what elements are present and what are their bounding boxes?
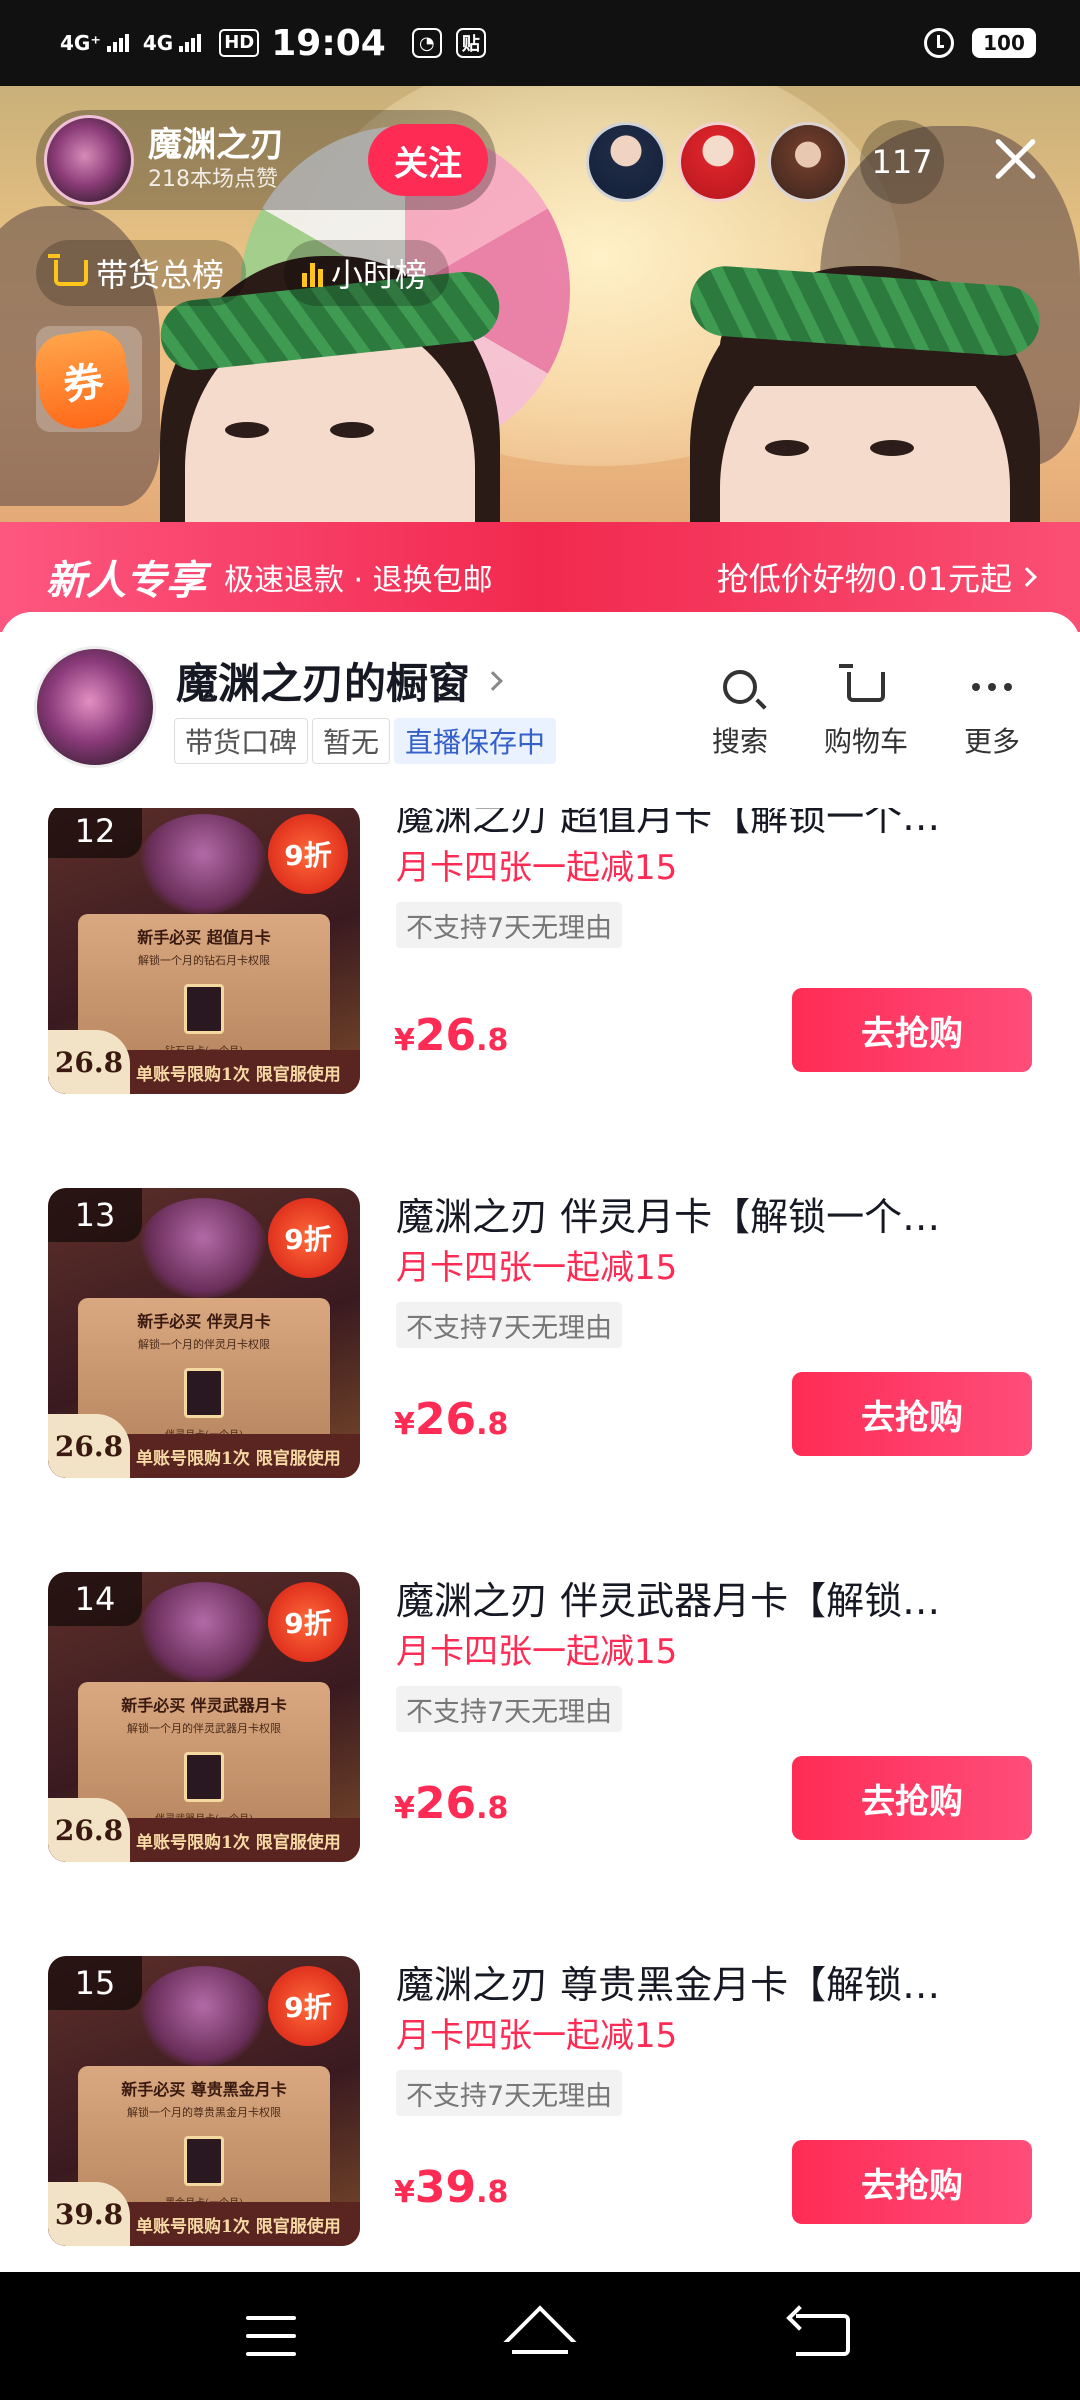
product-item[interactable]: 9折 新手必买 伴灵月卡 解锁一个月的伴灵月卡权限 伴灵月卡(一个月) 单账号限… [0,1178,1080,1478]
shop-header: 魔渊之刃的橱窗 带货口碑 暂无 直播保存中 搜索 购物车 更多 [0,612,1080,808]
shop-title[interactable]: 魔渊之刃的橱窗 [176,650,503,711]
close-icon[interactable] [988,132,1042,186]
viewer-avatar[interactable] [678,122,758,202]
viewer-count[interactable]: 117 [860,120,944,204]
card-icon [184,1752,224,1802]
avatar[interactable] [44,115,134,205]
anchor-info[interactable]: 魔渊之刃 218本场点赞 关注 [36,110,496,210]
product-thumbnail[interactable]: 9折 新手必买 超值月卡 解锁一个月的钻石月卡权限 钻石月卡(一个月) 单账号限… [48,804,360,1094]
item-index: 15 [48,1956,142,2010]
product-thumbnail[interactable]: 9折 新手必买 伴灵武器月卡 解锁一个月的伴灵武器月卡权限 伴灵武器月卡(一个月… [48,1572,360,1862]
signal-icon: 4G⁺ [60,33,129,53]
viewer-avatar[interactable] [768,122,848,202]
product-item[interactable]: 9折 新手必买 超值月卡 解锁一个月的钻石月卡权限 钻石月卡(一个月) 单账号限… [0,794,1080,1094]
return-policy-tag: 不支持7天无理由 [396,2070,623,2116]
buy-button[interactable]: 去抢购 [792,2140,1032,2224]
search-icon [723,670,757,704]
product-item[interactable]: 9折 新手必买 尊贵黑金月卡 解锁一个月的尊贵黑金月卡权限 黑金月卡(一个月) … [0,1946,1080,2246]
item-index: 13 [48,1188,142,1242]
return-policy-tag: 不支持7天无理由 [396,902,623,948]
promo-subtitle: 极速退款 · 退换包邮 [224,563,493,598]
card-icon [184,2136,224,2186]
bar-chart-icon [302,259,323,287]
system-nav-bar [0,2272,1080,2400]
product-title[interactable]: 魔渊之刃 伴灵武器月卡【解锁… [396,1570,1016,1625]
back-icon[interactable] [796,2314,850,2356]
return-policy-tag: 不支持7天无理由 [396,1686,623,1732]
hd-badge: HD [219,29,260,57]
shop-avatar[interactable] [34,646,156,768]
card-icon [184,984,224,1034]
more-button[interactable]: 更多 [942,662,1042,760]
live-saving-tag: 直播保存中 [394,718,557,764]
product-price: ¥26.8 [394,1394,509,1445]
buy-button[interactable]: 去抢购 [792,1756,1032,1840]
coupon-widget[interactable]: 券 [31,236,146,434]
promo-title: 新人专享 [46,558,206,604]
alarm-icon [924,28,954,58]
cart-button[interactable]: 购物车 [816,662,916,760]
viewer-avatar[interactable] [586,122,666,202]
reputation-tag: 带货口碑 [174,718,309,764]
chevron-right-icon [483,670,503,691]
product-promo: 月卡四张一起减15 [396,2016,678,2056]
card-icon [184,1368,224,1418]
battery-icon: 100 [972,28,1036,58]
product-thumbnail[interactable]: 9折 新手必买 尊贵黑金月卡 解锁一个月的尊贵黑金月卡权限 黑金月卡(一个月) … [48,1956,360,2246]
notification-app-icon: ◔ [411,28,442,58]
chevron-right-icon [1017,567,1037,587]
buy-button[interactable]: 去抢购 [792,1372,1032,1456]
home-icon[interactable] [506,2310,574,2360]
product-title[interactable]: 魔渊之刃 伴灵月卡【解锁一个… [396,1186,1016,1241]
menu-icon[interactable] [246,2316,296,2356]
return-policy-tag: 不支持7天无理由 [396,1302,623,1348]
anchor-name: 魔渊之刃 [148,125,284,165]
like-count: 218本场点赞 [148,167,278,192]
shop-window-sheet: 魔渊之刃的橱窗 带货口碑 暂无 直播保存中 搜索 购物车 更多 9折 新手必买 … [0,612,1080,2272]
product-title[interactable]: 魔渊之刃 尊贵黑金月卡【解锁… [396,1954,1016,2009]
buy-button[interactable]: 去抢购 [792,988,1032,1072]
hourly-rank-button[interactable]: 小时榜 [284,240,450,306]
product-price: ¥26.8 [394,1010,509,1061]
follow-button[interactable]: 关注 [368,124,488,196]
search-button[interactable]: 搜索 [690,662,790,760]
product-thumbnail[interactable]: 9折 新手必买 伴灵月卡 解锁一个月的伴灵月卡权限 伴灵月卡(一个月) 单账号限… [48,1188,360,1478]
item-index: 12 [48,804,142,858]
notification-app-icon-2: 贴 [455,28,486,58]
product-promo: 月卡四张一起减15 [396,1632,678,1672]
item-index: 14 [48,1572,142,1626]
promo-link[interactable]: 抢低价好物0.01元起 [717,554,1037,600]
product-item[interactable]: 9折 新手必买 伴灵武器月卡 解锁一个月的伴灵武器月卡权限 伴灵武器月卡(一个月… [0,1562,1080,1862]
more-icon [972,683,1012,691]
cart-icon [839,664,885,702]
status-bar: 4G⁺ 4G HD 19:04 ◔ 贴 100 [0,0,1080,86]
clock: 19:04 [271,22,386,64]
product-promo: 月卡四张一起减15 [396,848,678,888]
reputation-value: 暂无 [312,718,391,764]
product-price: ¥39.8 [394,2162,509,2213]
product-promo: 月卡四张一起减15 [396,1248,678,1288]
shop-tags: 带货口碑 暂无 直播保存中 [174,718,557,764]
product-price: ¥26.8 [394,1778,509,1829]
signal-icon-2: 4G [143,33,202,53]
